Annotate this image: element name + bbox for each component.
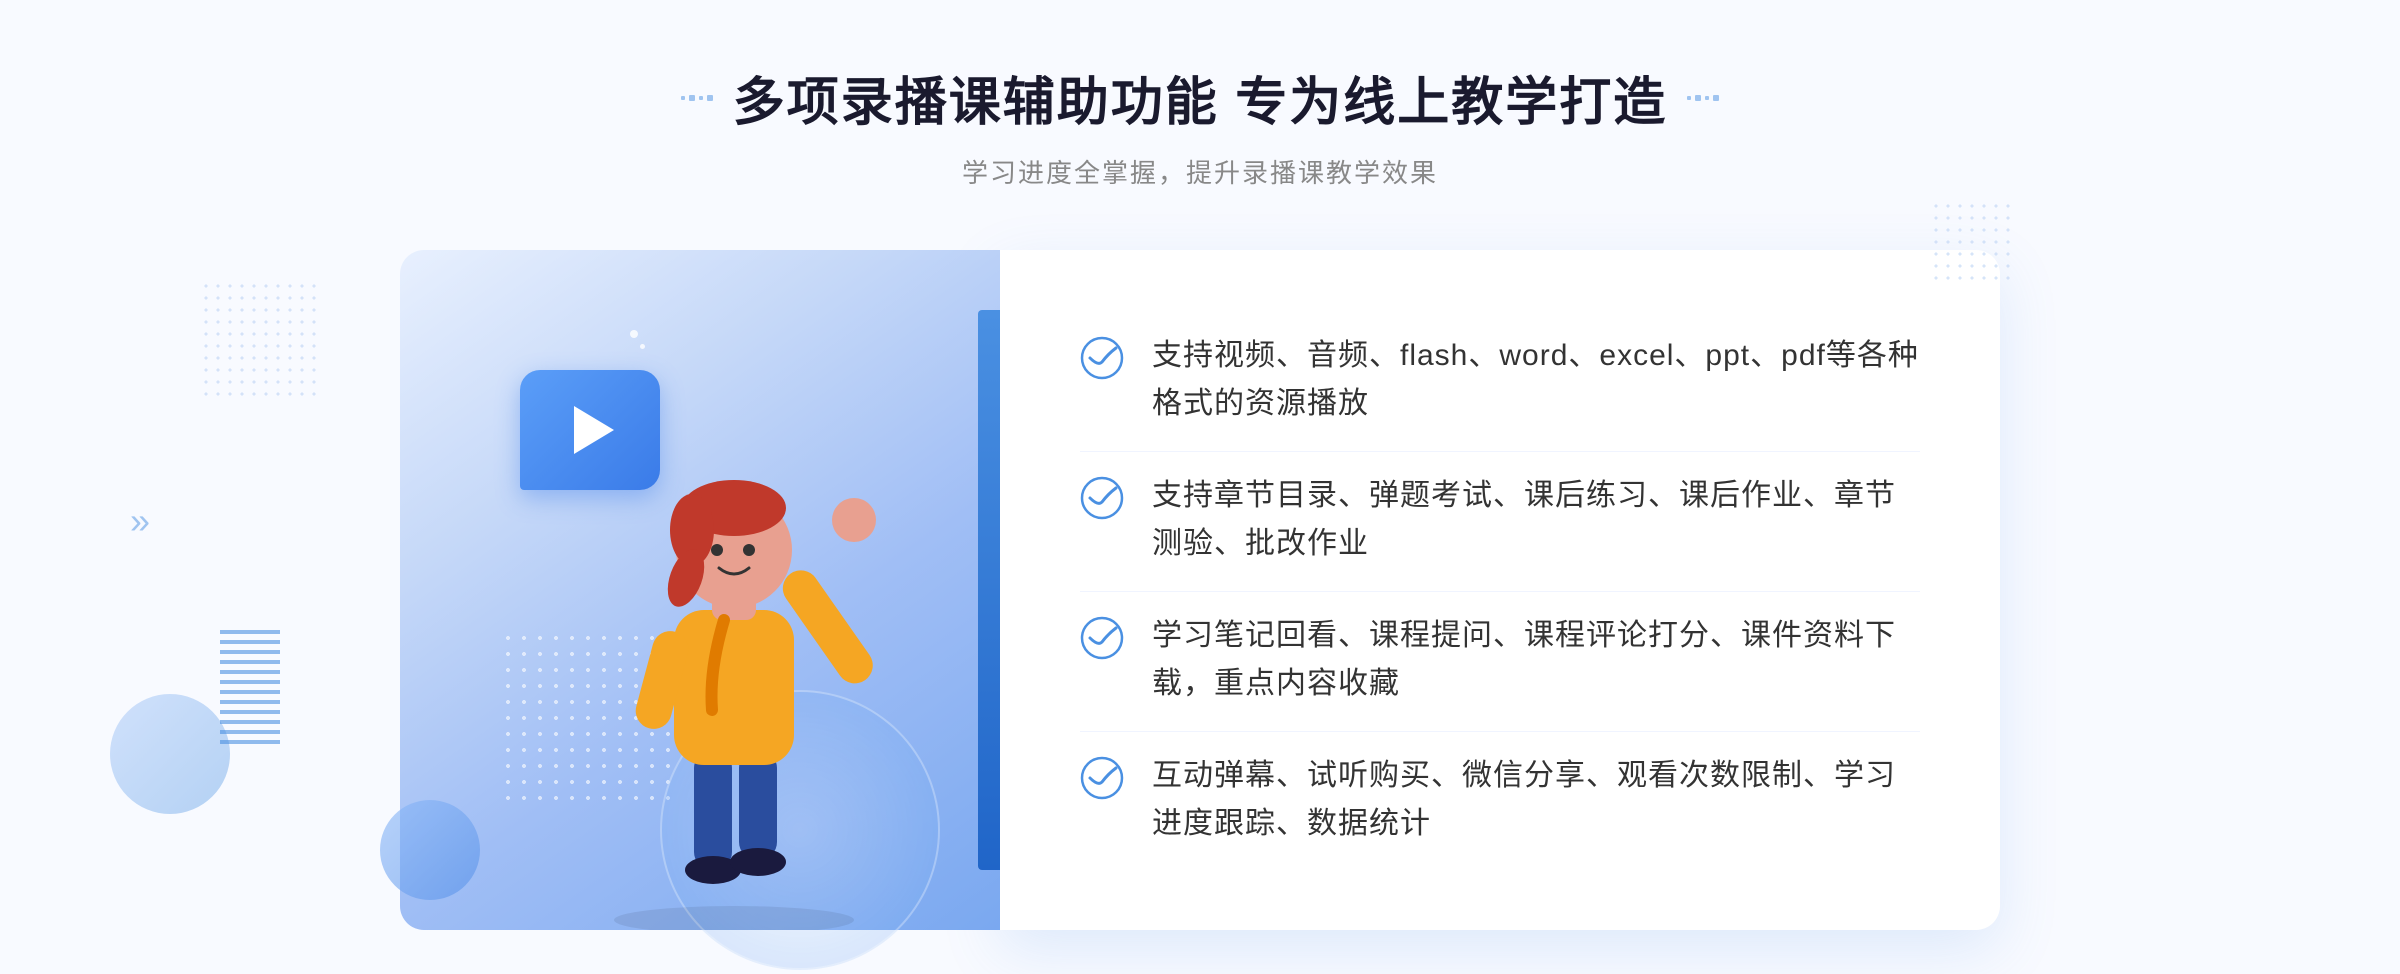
page-title: 多项录播课辅助功能 专为线上教学打造 [733, 60, 1667, 135]
chevron-left-decoration: » [130, 500, 150, 542]
check-icon-4 [1080, 756, 1124, 800]
stripes-decoration-left [220, 624, 280, 744]
check-icon-3 [1080, 616, 1124, 660]
feature-item-2: 支持章节目录、弹题考试、课后练习、课后作业、章节测验、批改作业 [1080, 451, 1920, 588]
shine-dots-decoration [630, 330, 645, 349]
feature-text-4: 互动弹幕、试听购买、微信分享、观看次数限制、学习进度跟踪、数据统计 [1152, 752, 1920, 848]
feature-text-2: 支持章节目录、弹题考试、课后练习、课后作业、章节测验、批改作业 [1152, 472, 1920, 568]
feature-text-1: 支持视频、音频、flash、word、excel、ppt、pdf等各种格式的资源… [1152, 332, 1920, 428]
circle-decoration-left [110, 694, 230, 814]
feature-item-4: 互动弹幕、试听购买、微信分享、观看次数限制、学习进度跟踪、数据统计 [1080, 731, 1920, 868]
main-content: 《 [400, 250, 2000, 930]
left-panel: 《 [400, 250, 1000, 930]
dots-decoration-left [200, 280, 320, 400]
title-deco-right [1687, 95, 1719, 101]
page-wrapper: » 多项录播课辅助功能 专为线上教学打造 学习进度全掌握，提升录播课教学效果 [0, 0, 2400, 974]
dots-decoration-right [1930, 200, 2010, 280]
right-panel: 支持视频、音频、flash、word、excel、ppt、pdf等各种格式的资源… [1000, 250, 2000, 930]
check-icon-2 [1080, 476, 1124, 520]
feature-item-1: 支持视频、音频、flash、word、excel、ppt、pdf等各种格式的资源… [1080, 312, 1920, 448]
check-icon-1 [1080, 336, 1124, 380]
person-illustration [564, 410, 904, 930]
feature-text-3: 学习笔记回看、课程提问、课程评论打分、课件资料下载，重点内容收藏 [1152, 612, 1920, 708]
shine-dot [630, 330, 638, 338]
feature-item-3: 学习笔记回看、课程提问、课程评论打分、课件资料下载，重点内容收藏 [1080, 591, 1920, 728]
half-circle-decoration [380, 800, 480, 900]
page-header: 多项录播课辅助功能 专为线上教学打造 学习进度全掌握，提升录播课教学效果 [681, 60, 1719, 190]
page-subtitle: 学习进度全掌握，提升录播课教学效果 [681, 153, 1719, 190]
shine-dot [640, 344, 645, 349]
title-row: 多项录播课辅助功能 专为线上教学打造 [681, 60, 1719, 135]
title-deco-left [681, 95, 713, 101]
blue-bar-decoration [978, 310, 1000, 870]
